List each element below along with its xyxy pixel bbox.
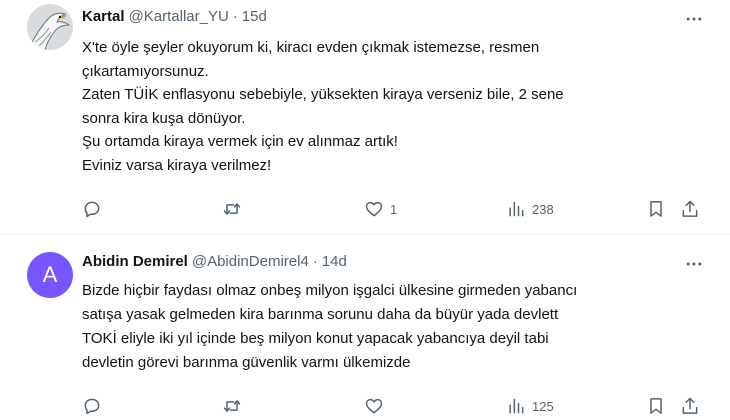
views-button[interactable]: 125 [506,394,554,418]
tweet-text-line: TOKİ eliyle iki yıl içinde beş milyon ko… [82,330,549,347]
bookmark-button[interactable] [646,394,666,418]
heart-icon [365,398,383,414]
tweet-actions: 125 [82,394,712,418]
separator-dot: · [312,253,318,270]
tweet-text: X'te öyle şeyler okuyorum ki, kiracı evd… [82,36,682,177]
retweet-icon [223,400,241,412]
bookmark-icon [650,201,662,217]
user-handle[interactable]: @AbidinDemirel4 [192,253,309,270]
tweet[interactable]: A Abidin Demirel @AbidinDemirel4 · 14d B… [0,235,730,420]
tweet-text: Bizde hiçbir faydası olmaz onbeş milyon … [82,279,682,375]
reply-button[interactable] [82,394,102,418]
tweet-text-line: Zaten TÜİK enflasyonu sebebiyle, yüksekt… [82,86,564,103]
bookmark-icon [650,398,662,414]
display-name[interactable]: Abidin Demirel [82,253,188,270]
tweet[interactable]: Kartal @Kartallar_YU · 15d X'te öyle şey… [0,0,730,234]
share-button[interactable] [680,197,700,221]
more-button[interactable] [684,10,704,28]
user-handle[interactable]: @Kartallar_YU [129,8,229,25]
reply-icon [84,398,100,415]
more-icon [686,17,702,21]
views-button[interactable]: 238 [506,197,554,221]
tweet-header: Kartal @Kartallar_YU · 15d [82,8,267,25]
more-icon [686,262,702,266]
more-button[interactable] [684,255,704,273]
bookmark-button[interactable] [646,197,666,221]
timestamp[interactable]: 15d [242,8,267,25]
share-icon [682,200,698,217]
avatar[interactable]: A [27,252,73,298]
tweet-text-line: çıkartamıyorsunuz. [82,62,209,80]
reply-icon [84,201,100,218]
tweet-text-line: Eviniz varsa kiraya verilmez! [82,156,272,174]
tweet-text-line: Şu ortamda kiraya vermek için ev alınmaz… [82,133,398,150]
views-icon [509,398,524,414]
tweet-actions: 1 238 [82,197,712,221]
tweet-text-line: satışa yasak gelmeden kira barınma sorun… [82,306,559,323]
like-count: 1 [390,201,398,217]
like-button[interactable]: 1 [364,197,397,221]
display-name[interactable]: Kartal [82,8,125,25]
views-icon [509,201,524,217]
retweet-icon [223,203,241,215]
timestamp[interactable]: 14d [322,253,347,270]
share-button[interactable] [680,394,700,418]
heart-icon [365,201,383,217]
tweet-header: Abidin Demirel @AbidinDemirel4 · 14d [82,253,347,270]
share-icon [682,397,698,414]
separator-dot: · [232,8,238,25]
view-count: 238 [532,201,554,217]
tweet-text-line: devletin görevi barınma güvenlik varmı ü… [82,354,411,371]
avatar[interactable] [27,4,73,50]
like-button[interactable] [364,394,384,418]
reply-button[interactable] [82,197,102,221]
retweet-button[interactable] [222,197,242,221]
eagle-avatar-image [27,4,73,50]
tweet-text-line: X'te öyle şeyler okuyorum ki, kiracı evd… [82,39,540,56]
avatar-letter: A [42,262,58,287]
view-count: 125 [532,398,554,414]
retweet-button[interactable] [222,394,242,418]
tweet-text-line: Bizde hiçbir faydası olmaz onbeş milyon … [82,282,578,299]
tweet-text-line: sonra kira kuşa dönüyor. [82,109,246,127]
